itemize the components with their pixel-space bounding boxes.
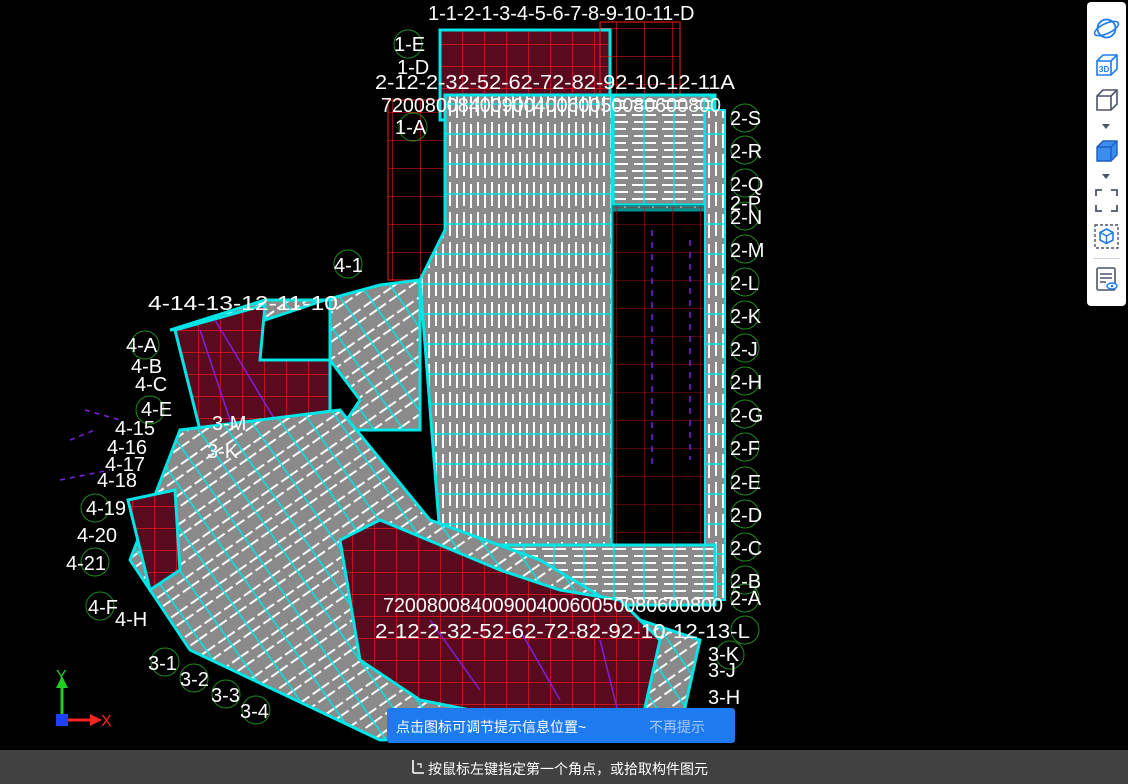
axis-label-3h: 3-H (708, 687, 740, 709)
axis-label-4a: 4-A (126, 335, 158, 357)
axis-label-2h: 2-H (730, 372, 762, 394)
axis-label-2a: 2-A (730, 588, 762, 610)
hint-text: 点击图标可调节提示信息位置~ (396, 719, 587, 735)
command-prompt-text: 按鼠标左键指定第一个角点，或拾取构件图元 (428, 761, 708, 777)
axis-label-4-21: 4-21 (66, 553, 106, 575)
axis-label-4h: 4-H (115, 609, 147, 631)
axis-label-4-top-row: 4-14-13-12-11-10 (148, 293, 338, 315)
shaded-view-button[interactable] (1092, 137, 1121, 166)
axis-label-2s: 2-S (730, 108, 761, 130)
axis-label-3k-west: 3-K (207, 441, 239, 463)
axis-label-3m: 3-M (212, 413, 246, 435)
coordinate-axis-indicator: Y X (56, 668, 112, 730)
axis-label-south-row: 2-12-2-32-52-62-72-82-92-10-12-13-L (375, 621, 750, 643)
axis-label-3j: 3-J (708, 660, 736, 682)
dont-show-again-link[interactable]: 不再提示 (649, 717, 705, 737)
axis-label-2l: 2-L (730, 273, 759, 295)
command-prompt-bar: 按鼠标左键指定第一个角点，或拾取构件图元 (0, 750, 1128, 784)
view-toolbar: 3D (1087, 2, 1126, 306)
axis-label-2n: 2-N (730, 207, 762, 229)
axis-label-south-dims: 7200800840090040060050080600800 (383, 595, 723, 617)
3d-view-button[interactable]: 3D (1092, 51, 1121, 80)
axis-label-3-1: 3-1 (148, 653, 177, 675)
axis-label-2g: 2-G (730, 405, 763, 427)
axis-label-3-3: 3-3 (211, 685, 240, 707)
axis-label-2r: 2-R (730, 141, 762, 163)
toolbar-separator (1093, 258, 1120, 259)
axis-label-north-dims: 7200800840090040060050080600800 (381, 95, 721, 117)
axis-label-4-20: 4-20 (77, 525, 117, 547)
axis-label-2k: 2-K (730, 306, 762, 328)
component-select-button[interactable] (1092, 222, 1121, 251)
axis-label-4f: 4-F (88, 597, 118, 619)
cad-viewport[interactable]: 1-1-2-1-3-4-5-6-7-8-9-10-11-D 1-E 1-D 1-… (0, 0, 1128, 784)
full-extent-button[interactable] (1092, 186, 1121, 215)
component-select-icon (1094, 224, 1119, 249)
axis-label-top-main: 1-1-2-1-3-4-5-6-7-8-9-10-11-D (428, 3, 694, 25)
full-extent-icon (1095, 189, 1118, 212)
axis-label-1e: 1-E (394, 34, 425, 56)
axis-label-2f: 2-F (730, 438, 760, 460)
axis-label-2d: 2-D (730, 505, 762, 527)
axis-label-2j: 2-J (730, 339, 758, 361)
orbit-view-icon (1093, 18, 1120, 39)
wireframe-options-caret[interactable] (1102, 124, 1110, 129)
3d-view-icon: 3D (1096, 54, 1118, 76)
axis-label-2e: 2-E (730, 472, 761, 494)
y-axis-label: Y (56, 668, 67, 685)
x-axis-label: X (101, 713, 112, 730)
shaded-options-caret[interactable] (1102, 174, 1110, 179)
axis-label-4c: 4-C (135, 374, 167, 396)
wireframe-view-button[interactable] (1092, 86, 1121, 115)
orbit-view-button[interactable] (1092, 14, 1121, 43)
axis-label-4-18: 4-18 (97, 470, 137, 492)
axis-label-1a: 1-A (395, 117, 427, 139)
svg-text:3D: 3D (1099, 65, 1109, 74)
wireframe-cube-icon (1096, 89, 1118, 111)
axis-label-2m: 2-M (730, 240, 764, 262)
shaded-cube-icon (1096, 140, 1118, 162)
view-properties-icon (1096, 267, 1118, 291)
axis-label-4-19: 4-19 (86, 498, 126, 520)
axis-label-2c: 2-C (730, 538, 762, 560)
view-properties-button[interactable] (1092, 265, 1121, 294)
axis-label-4-1: 4-1 (334, 255, 363, 277)
axis-label-3-4: 3-4 (240, 701, 269, 723)
hint-tooltip[interactable]: 点击图标可调节提示信息位置~ 不再提示 (387, 708, 735, 743)
axis-label-north-row: 2-12-2-32-52-62-72-82-92-10-12-11A (375, 72, 736, 94)
mouse-cursor-icon (412, 760, 424, 774)
axis-label-3-2: 3-2 (180, 669, 209, 691)
